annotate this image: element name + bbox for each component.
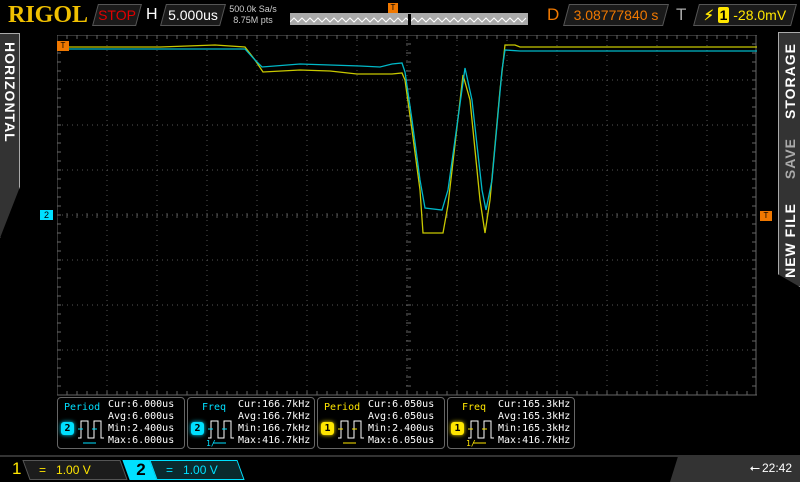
measurement-name: Freq: [462, 402, 487, 413]
clock: 22:42: [761, 461, 792, 475]
ch2-offset-marker[interactable]: 2: [40, 210, 53, 220]
channel-badge: 2: [61, 422, 74, 435]
trigger-source: 1: [717, 7, 730, 23]
timebase[interactable]: 5.000us: [160, 4, 226, 26]
frequency-icon: 1/: [206, 420, 234, 448]
ch1-scale-box[interactable]: = 1.00 V: [22, 460, 128, 480]
period-icon: [338, 420, 364, 444]
measurement-freq-ch2[interactable]: Freq 2 1/ Cur:166.7kHz Avg:166.7kHz Min:16…: [187, 397, 315, 449]
horizontal-label: H: [146, 6, 158, 23]
ch1-scale: 1.00 V: [56, 463, 91, 477]
measurement-max: Max:6.000us: [108, 435, 175, 446]
ch1-trace: [57, 44, 757, 234]
measurement-min: Min:2.400us: [368, 423, 435, 434]
status-area: ⭠ 22:42: [670, 457, 800, 482]
measurement-freq-ch1[interactable]: Freq 1 1/ Cur:165.3kHz Avg:165.3kHz Min:16…: [447, 397, 575, 449]
measurement-min: Min:165.3kHz: [498, 423, 571, 434]
measurement-max: Max:416.7kHz: [238, 435, 311, 446]
ch1-level-marker[interactable]: T: [57, 41, 69, 51]
storage-label: STORAGE: [782, 43, 798, 119]
new-file-label[interactable]: NEW FILE: [782, 203, 798, 278]
timebase-value: 5.000us: [168, 7, 218, 23]
measurement-min: Min:2.400us: [108, 423, 175, 434]
sample-rate: 500.0k Sa/s: [229, 4, 277, 14]
measurement-current: Cur:6.000us: [108, 399, 175, 410]
svg-text:1/: 1/: [466, 439, 476, 448]
measurement-average: Avg:6.050us: [368, 411, 435, 422]
delay-label: D: [547, 5, 560, 24]
measurement-average: Avg:166.7kHz: [238, 411, 311, 422]
delay-value: 3.08777840 s: [573, 7, 659, 23]
measurement-max: Max:416.7kHz: [498, 435, 571, 446]
measurement-current: Cur:165.3kHz: [498, 399, 571, 410]
channel-badge: 1: [321, 422, 334, 435]
delay-value-box[interactable]: 3.08777840 s: [563, 4, 669, 26]
measurement-name: Period: [324, 402, 361, 413]
rigol-logo: RIGOL: [8, 2, 89, 28]
measurement-current: Cur:166.7kHz: [238, 399, 311, 410]
frequency-icon: 1/: [466, 420, 494, 448]
measurement-period-ch2[interactable]: Period 2 Cur:6.000us Avg:6.000us Min:2.400…: [57, 397, 185, 449]
measurement-min: Min:166.7kHz: [238, 423, 311, 434]
run-stop-status[interactable]: STOP: [92, 4, 142, 26]
period-icon: [78, 420, 104, 444]
measurement-current: Cur:6.050us: [368, 399, 435, 410]
ch2-coupling-icon: =: [166, 463, 174, 477]
trigger-position-marker[interactable]: T: [388, 3, 398, 13]
channel-bar: 1 = 1.00 V 2 = 1.00 V ⭠ 22:42: [0, 455, 800, 482]
acquisition-info: 500.0k Sa/s 8.75M pts: [228, 4, 278, 26]
memory-overview-bar: [289, 13, 528, 26]
trigger-level: -28.0mV: [733, 7, 787, 23]
measurement-max: Max:6.050us: [368, 435, 435, 446]
trigger-level-marker[interactable]: T: [760, 211, 772, 221]
save-label[interactable]: SAVE: [782, 138, 798, 179]
svg-text:1/: 1/: [206, 439, 216, 448]
measurement-average: Avg:165.3kHz: [498, 411, 571, 422]
rising-edge-icon: ⚡︎: [703, 7, 714, 23]
ch2-scale-box[interactable]: = 1.00 V: [149, 460, 245, 480]
run-state-text: STOP: [98, 7, 136, 23]
horizontal-menu-tab[interactable]: HORIZONTAL: [0, 33, 20, 238]
ch1-label[interactable]: 1: [12, 459, 21, 479]
ch2-scale: 1.00 V: [183, 463, 218, 477]
usb-icon: ⭠: [749, 460, 760, 475]
trigger-label: T: [676, 5, 687, 24]
horizontal-label: HORIZONTAL: [2, 42, 18, 143]
ch1-coupling-icon: =: [39, 463, 47, 477]
waveform-display[interactable]: [57, 35, 757, 397]
channel-badge: 2: [191, 422, 204, 435]
measurement-average: Avg:6.000us: [108, 411, 175, 422]
measurement-name: Freq: [202, 402, 227, 413]
memory-depth: 8.75M pts: [233, 15, 273, 25]
trigger-settings[interactable]: ⚡︎ 1 -28.0mV: [693, 4, 797, 26]
measurement-period-ch1[interactable]: Period 1 Cur:6.050us Avg:6.050us Min:2.400…: [317, 397, 445, 449]
channel-badge: 1: [451, 422, 464, 435]
measurement-name: Period: [64, 402, 101, 413]
storage-menu-tab[interactable]: STORAGE SAVE NEW FILE: [778, 32, 800, 287]
